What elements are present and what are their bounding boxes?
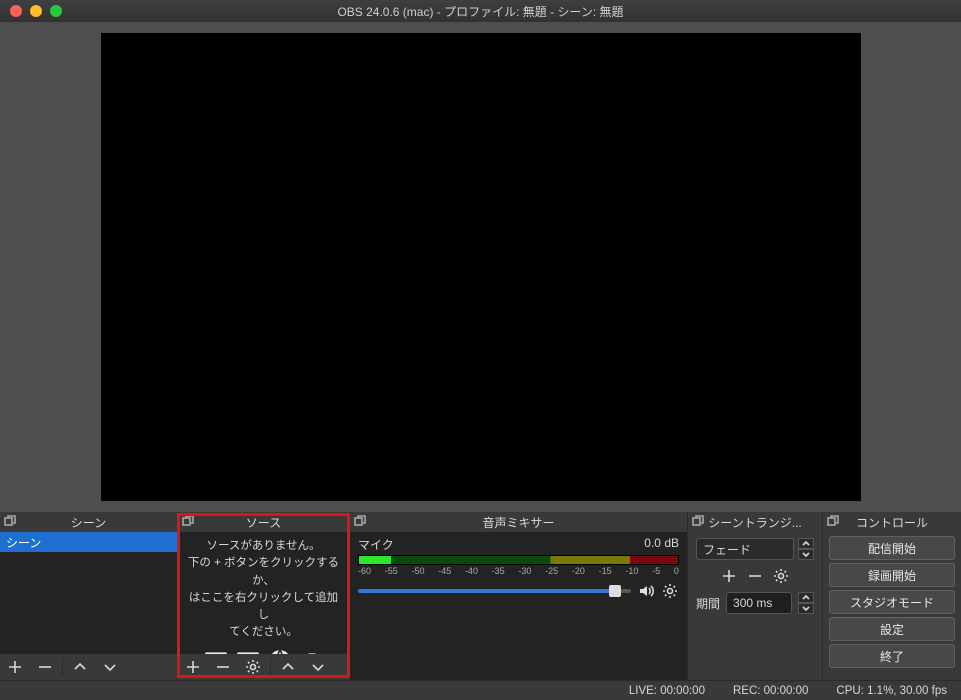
transitions-body: フェード 期間 300 ms [688, 532, 822, 620]
mixer-panel: 音声ミキサー マイク 0.0 dB -60 -55 -50 -45 -40 -3… [350, 512, 688, 680]
scenes-list[interactable]: シーン [0, 532, 177, 654]
popout-icon[interactable] [354, 515, 366, 527]
tick: -15 [599, 566, 612, 576]
scene-item[interactable]: シーン [0, 532, 177, 552]
popout-icon[interactable] [182, 515, 194, 527]
volume-slider[interactable] [358, 589, 631, 593]
remove-source-button[interactable] [208, 654, 238, 680]
exit-button[interactable]: 終了 [829, 644, 955, 668]
titlebar: OBS 24.0.6 (mac) - プロファイル: 無題 - シーン: 無題 [0, 0, 961, 22]
sources-header[interactable]: ソース [178, 512, 349, 532]
transitions-panel: シーントランジ... フェード 期間 300 ms [688, 512, 823, 680]
gear-icon[interactable] [661, 582, 679, 600]
scene-down-button[interactable] [95, 654, 125, 680]
tick: -35 [492, 566, 505, 576]
sources-empty-line: てください。 [184, 624, 343, 641]
duration-input[interactable]: 300 ms [726, 592, 792, 614]
statusbar: LIVE: 00:00:00 REC: 00:00:00 CPU: 1.1%, … [0, 680, 961, 700]
tick: -30 [518, 566, 531, 576]
tick: -25 [545, 566, 558, 576]
start-record-button[interactable]: 録画開始 [829, 563, 955, 587]
panels-row: シーン シーン ソース ソースがありません。 下の + ボタンをクリックするか、… [0, 512, 961, 680]
mixer-title: 音声ミキサー [482, 514, 554, 531]
add-source-button[interactable] [178, 654, 208, 680]
popout-icon[interactable] [4, 515, 16, 527]
sources-hint-icons [184, 648, 343, 655]
sources-empty-line: はここを右クリックして追加し [184, 590, 343, 625]
controls-panel: コントロール 配信開始 録画開始 スタジオモード 設定 終了 [823, 512, 961, 680]
remove-transition-button[interactable] [744, 566, 766, 586]
chevron-up-icon[interactable] [798, 538, 814, 549]
popout-icon[interactable] [692, 515, 704, 527]
preview-area [0, 22, 961, 512]
tick: 0 [674, 566, 679, 576]
tick: -5 [652, 566, 660, 576]
add-transition-button[interactable] [718, 566, 740, 586]
controls-header[interactable]: コントロール [823, 512, 961, 532]
sources-title: ソース [246, 514, 281, 531]
mixer-header[interactable]: 音声ミキサー [350, 512, 687, 532]
tick: -55 [385, 566, 398, 576]
mixer-channel: マイク 0.0 dB -60 -55 -50 -45 -40 -35 -30 -… [350, 532, 687, 604]
image-icon [203, 648, 229, 655]
transitions-header[interactable]: シーントランジ... [688, 512, 822, 532]
camera-icon [299, 648, 325, 655]
scenes-panel: シーン シーン [0, 512, 178, 680]
sources-empty-line: 下の + ボタンをクリックするか、 [184, 555, 343, 590]
meter-ticks: -60 -55 -50 -45 -40 -35 -30 -25 -20 -15 … [358, 566, 679, 576]
audio-meter: -60 -55 -50 -45 -40 -35 -30 -25 -20 -15 … [358, 555, 679, 576]
status-live: LIVE: 00:00:00 [629, 685, 705, 697]
popout-icon[interactable] [827, 515, 839, 527]
chevron-up-icon[interactable] [798, 592, 814, 603]
duration-stepper[interactable] [798, 592, 814, 614]
transition-properties-button[interactable] [770, 566, 792, 586]
scene-up-button[interactable] [65, 654, 95, 680]
transition-stepper[interactable] [798, 538, 814, 560]
mixer-body: マイク 0.0 dB -60 -55 -50 -45 -40 -35 -30 -… [350, 532, 687, 680]
sources-list[interactable]: ソースがありません。 下の + ボタンをクリックするか、 はここを右クリックして… [178, 532, 349, 654]
settings-button[interactable]: 設定 [829, 617, 955, 641]
tick: -40 [465, 566, 478, 576]
transition-select[interactable]: フェード [696, 538, 794, 560]
duration-label: 期間 [696, 595, 720, 612]
start-stream-button[interactable]: 配信開始 [829, 536, 955, 560]
speaker-icon[interactable] [637, 582, 655, 600]
scenes-title: シーン [71, 514, 106, 531]
chevron-down-icon[interactable] [798, 603, 814, 614]
window-title: OBS 24.0.6 (mac) - プロファイル: 無題 - シーン: 無題 [0, 3, 961, 20]
mixer-channel-db: 0.0 dB [644, 536, 679, 553]
tick: -20 [572, 566, 585, 576]
preview-canvas[interactable] [101, 33, 861, 501]
scenes-toolbar [0, 654, 177, 680]
transitions-title: シーントランジ... [708, 514, 801, 531]
tick: -45 [438, 566, 451, 576]
scenes-header[interactable]: シーン [0, 512, 177, 532]
sources-panel: ソース ソースがありません。 下の + ボタンをクリックするか、 はここを右クリ… [178, 512, 350, 680]
source-properties-button[interactable] [238, 654, 268, 680]
sources-toolbar [178, 654, 349, 680]
chevron-down-icon[interactable] [798, 549, 814, 560]
tick: -50 [411, 566, 424, 576]
status-cpu: CPU: 1.1%, 30.00 fps [836, 685, 947, 697]
sources-empty-line: ソースがありません。 [184, 538, 343, 555]
status-rec: REC: 00:00:00 [733, 685, 808, 697]
globe-icon [267, 648, 293, 655]
display-icon [235, 648, 261, 655]
sources-empty-message: ソースがありません。 下の + ボタンをクリックするか、 はここを右クリックして… [178, 532, 349, 654]
tick: -60 [358, 566, 371, 576]
tick: -10 [625, 566, 638, 576]
controls-title: コントロール [856, 514, 928, 531]
source-down-button[interactable] [303, 654, 333, 680]
mixer-channel-name: マイク [358, 536, 394, 553]
add-scene-button[interactable] [0, 654, 30, 680]
studio-mode-button[interactable]: スタジオモード [829, 590, 955, 614]
remove-scene-button[interactable] [30, 654, 60, 680]
controls-body: 配信開始 録画開始 スタジオモード 設定 終了 [823, 532, 961, 672]
source-up-button[interactable] [273, 654, 303, 680]
